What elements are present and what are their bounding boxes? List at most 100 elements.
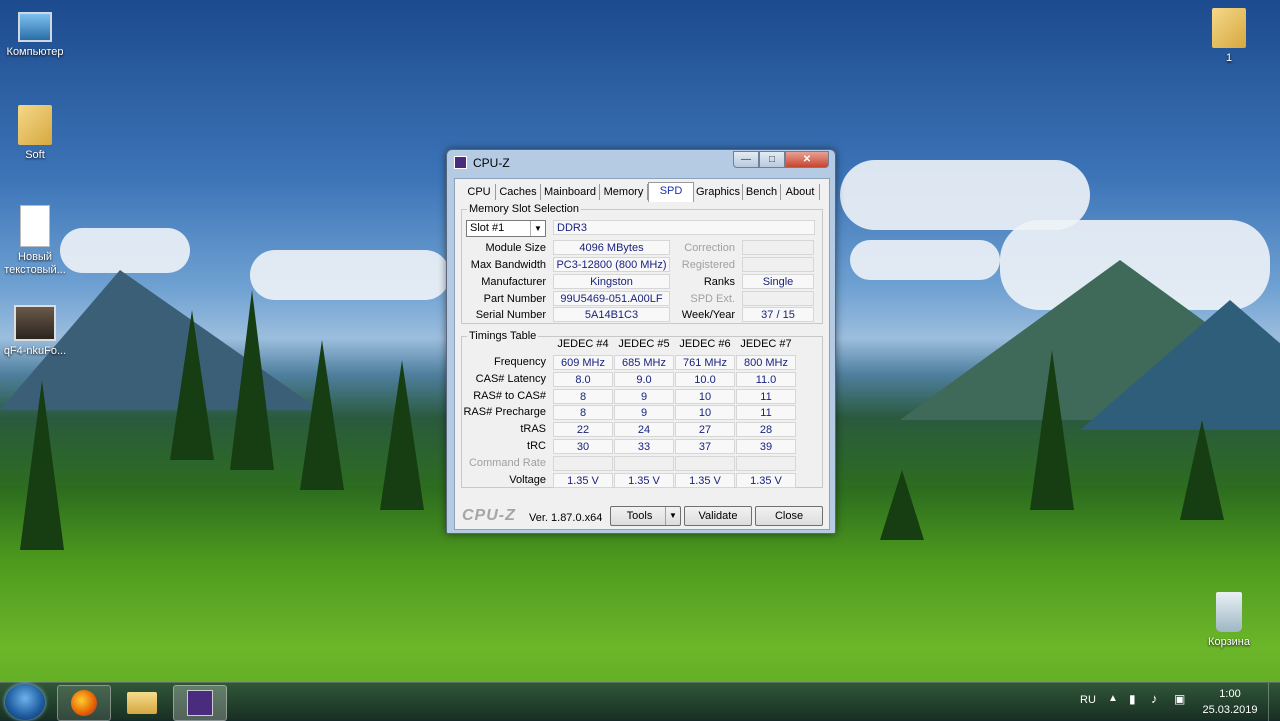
memory-type-value: DDR3 <box>553 220 815 235</box>
desktop-icon-text-file[interactable]: Новый текстовый... <box>0 205 70 277</box>
timing-cell: 609 MHz <box>553 355 613 370</box>
slot-select[interactable]: Slot #1 ▼ <box>466 220 546 237</box>
serial-number-label: Serial Number <box>475 309 546 321</box>
timing-cell <box>675 455 735 471</box>
correction-value <box>742 240 814 255</box>
clock-date[interactable]: 25.03.2019 <box>1198 704 1262 716</box>
show-desktop-button[interactable] <box>1268 683 1280 721</box>
timing-cell <box>553 455 613 471</box>
column-header: JEDEC #7 <box>740 338 792 350</box>
tab-about[interactable]: About <box>781 184 820 200</box>
cpuz-window[interactable]: CPU-Z — □ ✕ CPU Caches Mainboard Memory … <box>446 149 836 534</box>
spd-ext-value <box>742 291 814 306</box>
timing-cell: 28 <box>736 422 796 438</box>
minimize-button[interactable]: — <box>733 151 759 168</box>
tools-button[interactable]: Tools ▼ <box>610 506 681 526</box>
title-bar[interactable]: CPU-Z — □ ✕ <box>447 150 835 175</box>
timing-cell: 8.0 <box>553 371 613 387</box>
tab-spd[interactable]: SPD <box>648 182 694 202</box>
dropdown-arrow-icon: ▼ <box>530 221 545 236</box>
usb-device-icon[interactable]: ▣ <box>1174 692 1185 706</box>
timing-cell: 1.35 V <box>553 472 613 488</box>
ranks-value: Single <box>742 274 814 289</box>
serial-number-value: 5A14B1C3 <box>553 307 670 322</box>
desktop-icon-label: Компьютер <box>6 46 64 58</box>
column-header: JEDEC #4 <box>557 338 609 350</box>
network-icon[interactable]: ▮ <box>1129 692 1136 706</box>
tab-caches[interactable]: Caches <box>496 184 541 200</box>
timing-row-label: RAS# to CAS# <box>473 389 546 402</box>
maximize-button[interactable]: □ <box>759 151 785 168</box>
timing-cell: 11 <box>736 405 796 421</box>
computer-icon <box>18 12 52 42</box>
firefox-icon <box>71 690 97 716</box>
part-number-value: 99U5469-051.A00LF <box>553 291 670 306</box>
column-header: JEDEC #5 <box>618 338 670 350</box>
tools-button-label: Tools <box>626 510 653 522</box>
show-hidden-icons[interactable]: ▲ <box>1108 693 1118 704</box>
timing-cell: 1.35 V <box>736 472 796 488</box>
column-header: JEDEC #6 <box>679 338 731 350</box>
close-button[interactable]: Close <box>755 506 823 526</box>
validate-button[interactable]: Validate <box>684 506 752 526</box>
tab-cpu[interactable]: CPU <box>463 184 496 200</box>
taskbar-cpuz[interactable] <box>173 685 227 721</box>
timing-cell <box>736 455 796 471</box>
registered-label: Registered <box>681 259 735 271</box>
desktop-icon-image[interactable]: qF4-nkuFo... <box>0 305 70 358</box>
week-year-label: Week/Year <box>681 309 735 321</box>
window-title: CPU-Z <box>473 156 510 170</box>
tab-graphics[interactable]: Graphics <box>694 184 743 200</box>
timing-cell: 10 <box>675 405 735 421</box>
timing-row-label: Frequency <box>494 356 546 368</box>
desktop-icon-soft[interactable]: Soft <box>0 105 70 162</box>
image-file-icon <box>14 305 56 341</box>
desktop-icon-label: Корзина <box>1208 636 1250 648</box>
timing-cell: 8 <box>553 388 613 404</box>
taskbar-explorer[interactable] <box>115 685 169 721</box>
part-number-label: Part Number <box>483 293 546 305</box>
desktop-icon-label: qF4-nkuFo... <box>3 345 67 357</box>
tab-mainboard[interactable]: Mainboard <box>541 184 600 200</box>
folder-icon <box>18 105 52 145</box>
module-size-value: 4096 MBytes <box>553 240 670 255</box>
group-title: Memory Slot Selection <box>467 203 582 215</box>
timing-cell: 11 <box>736 388 796 404</box>
timing-cell: 9 <box>614 405 674 421</box>
desktop-icon-folder-1[interactable]: 1 <box>1194 8 1264 65</box>
tab-bench[interactable]: Bench <box>743 184 781 200</box>
slot-selected-value: Slot #1 <box>470 222 505 234</box>
manufacturer-value: Kingston <box>553 274 670 289</box>
desktop-icon-computer[interactable]: Компьютер <box>0 10 70 59</box>
timing-cell: 1.35 V <box>614 472 674 488</box>
timing-cell: 1.35 V <box>675 472 735 488</box>
registered-value <box>742 257 814 272</box>
timing-row-label: CAS# Latency <box>475 372 546 385</box>
folder-icon <box>1212 8 1246 48</box>
clock-time[interactable]: 1:00 <box>1204 688 1256 700</box>
start-button[interactable] <box>5 684 45 720</box>
timing-cell: 9 <box>614 388 674 404</box>
desktop-icon-label: Soft <box>25 149 45 161</box>
tab-memory[interactable]: Memory <box>600 184 648 200</box>
close-window-button[interactable]: ✕ <box>785 151 829 168</box>
week-year-value: 37 / 15 <box>742 307 814 322</box>
timing-row-label: tRC <box>527 440 546 452</box>
desktop-icon-recycle-bin[interactable]: Корзина <box>1194 592 1264 649</box>
group-title: Timings Table <box>467 330 539 342</box>
timing-cell <box>614 455 674 471</box>
module-size-label: Module Size <box>485 242 546 254</box>
volume-icon[interactable]: ♪ <box>1151 691 1158 706</box>
timing-row-label: Voltage <box>509 473 546 486</box>
taskbar-firefox[interactable] <box>57 685 111 721</box>
cpuz-app-icon <box>454 156 467 169</box>
timing-cell: 800 MHz <box>736 355 796 370</box>
timing-cell: 8 <box>553 405 613 421</box>
max-bandwidth-label: Max Bandwidth <box>470 259 546 271</box>
ranks-label: Ranks <box>703 276 735 288</box>
language-indicator[interactable]: RU <box>1080 694 1096 706</box>
recycle-bin-icon <box>1216 592 1242 632</box>
timing-cell: 24 <box>614 422 674 438</box>
timing-cell: 27 <box>675 422 735 438</box>
timing-cell: 685 MHz <box>614 355 674 370</box>
